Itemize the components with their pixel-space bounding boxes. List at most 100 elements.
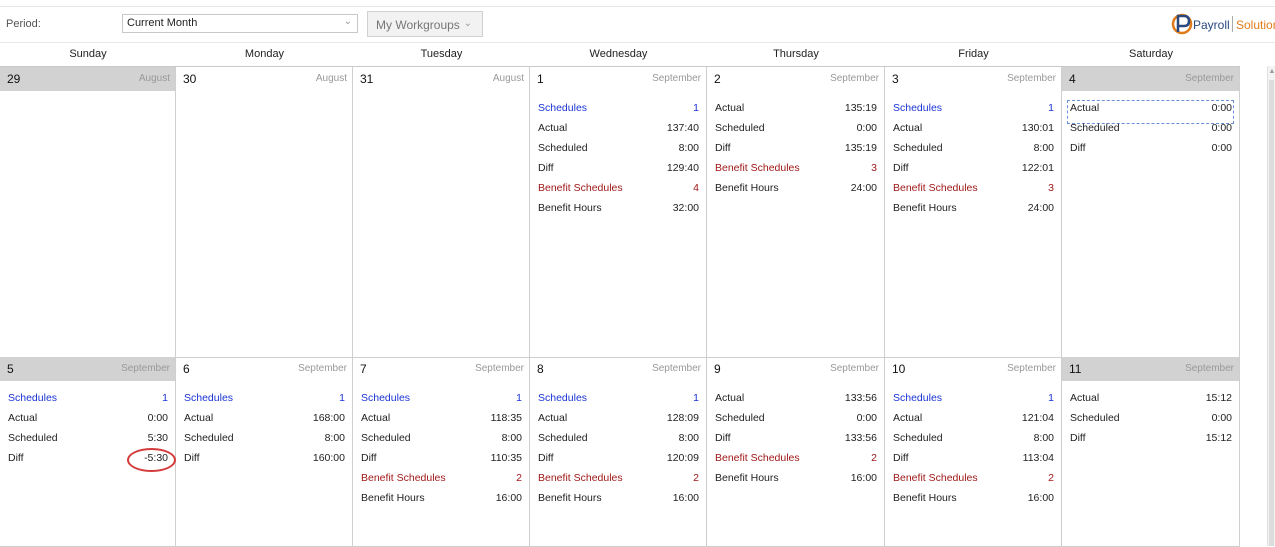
metric-diff: Diff 15:12 <box>1069 432 1232 452</box>
day-cell-header: 7 September <box>353 357 529 381</box>
metric-actual: Actual 130:01 <box>892 122 1054 142</box>
metric-label: Scheduled <box>8 432 58 444</box>
metric-actual: Actual 15:12 <box>1069 392 1232 412</box>
day-month: August <box>138 73 170 84</box>
day-cell[interactable]: 10 September Schedules 1 Actual 121:04 Schedul… <box>885 357 1062 547</box>
vertical-scrollbar[interactable]: ▲ <box>1267 66 1275 546</box>
metric-scheduled: Scheduled 8:00 <box>892 142 1054 162</box>
metric-schedules[interactable]: Schedules 1 <box>537 392 699 412</box>
day-cell[interactable]: 30 August <box>176 67 353 358</box>
metric-value: 160:00 <box>312 452 345 464</box>
metric-benefit-schedules[interactable]: Benefit Schedules 2 <box>360 472 522 492</box>
metric-label: Actual <box>538 122 568 134</box>
day-metrics: Schedules 1 Actual 0:00 Scheduled 5:30 Diff -5:… <box>7 392 168 472</box>
metric-diff: Diff 160:00 <box>183 452 345 472</box>
day-cell-header: 2 September <box>707 67 884 91</box>
metric-value: 128:09 <box>666 412 699 424</box>
day-number: 31 <box>360 72 374 86</box>
metric-value: 1 <box>1048 102 1054 114</box>
metric-schedules[interactable]: Schedules 1 <box>537 102 699 122</box>
workgroups-label: My Workgroups <box>376 18 460 32</box>
metric-value: 8:00 <box>501 432 522 444</box>
metric-label: Benefit Hours <box>715 182 779 194</box>
metric-benefit-schedules[interactable]: Benefit Schedules 3 <box>892 182 1054 202</box>
metric-benefit-schedules[interactable]: Benefit Schedules 2 <box>537 472 699 492</box>
metric-schedules[interactable]: Schedules 1 <box>892 392 1054 412</box>
day-number: 6 <box>183 362 190 376</box>
metric-benefit-hours: Benefit Hours 32:00 <box>537 202 699 222</box>
metric-value: 130:01 <box>1021 122 1054 134</box>
scroll-up-icon[interactable]: ▲ <box>1268 68 1275 75</box>
day-cell[interactable]: 4 September Actual 0:00 Scheduled 0:00 Diff 0:0… <box>1062 67 1240 358</box>
metric-label: Benefit Hours <box>893 202 957 214</box>
metric-diff: Diff 120:09 <box>537 452 699 472</box>
metric-label: Scheduled <box>361 432 411 444</box>
metric-value: 0:00 <box>856 412 877 424</box>
metric-benefit-hours: Benefit Hours 16:00 <box>892 492 1054 512</box>
metric-benefit-schedules[interactable]: Benefit Schedules 4 <box>537 182 699 202</box>
period-select[interactable]: Current Month ⌄ <box>122 14 358 33</box>
day-number: 4 <box>1069 72 1076 86</box>
metric-label: Scheduled <box>538 432 588 444</box>
metric-label: Benefit Schedules <box>538 182 623 194</box>
metric-label: Schedules <box>8 392 58 404</box>
metric-value: 3 <box>1048 182 1054 194</box>
metric-benefit-schedules[interactable]: Benefit Schedules 2 <box>892 472 1054 492</box>
day-cell[interactable]: 9 September Actual 133:56 Scheduled 0:00 Diff 1… <box>707 357 885 547</box>
weekday-sunday: Sunday <box>69 48 107 60</box>
metric-label: Schedules <box>893 102 943 114</box>
metric-actual: Actual 118:35 <box>360 412 522 432</box>
metric-value: 1 <box>1048 392 1054 404</box>
day-month: September <box>475 363 524 374</box>
day-cell[interactable]: 7 September Schedules 1 Actual 118:35 Schedule… <box>353 357 530 547</box>
metric-value: 2 <box>1048 472 1054 484</box>
metric-value: 1 <box>516 392 522 404</box>
metric-schedules[interactable]: Schedules 1 <box>183 392 345 412</box>
metric-label: Actual <box>8 412 38 424</box>
day-number: 2 <box>714 72 721 86</box>
calendar-grid: 29 August 30 August 31 August 1 September Schedu… <box>0 66 1240 547</box>
metric-schedules[interactable]: Schedules 1 <box>360 392 522 412</box>
metric-label: Schedules <box>893 392 943 404</box>
weekday-thursday: Thursday <box>773 48 819 60</box>
top-divider <box>0 6 1275 7</box>
metric-scheduled: Scheduled 5:30 <box>7 432 168 452</box>
metric-label: Actual <box>715 102 745 114</box>
day-month: September <box>121 363 170 374</box>
metric-label: Schedules <box>538 102 588 114</box>
day-cell[interactable]: 31 August <box>353 67 530 358</box>
metric-value: 1 <box>162 392 168 404</box>
day-cell[interactable]: 6 September Schedules 1 Actual 168:00 Schedule… <box>176 357 353 547</box>
logo-text-a: Payroll <box>1193 18 1230 32</box>
metric-benefit-schedules[interactable]: Benefit Schedules 2 <box>714 452 877 472</box>
metric-label: Diff <box>361 452 377 464</box>
scrollbar-thumb[interactable] <box>1269 80 1274 546</box>
metric-benefit-schedules[interactable]: Benefit Schedules 3 <box>714 162 877 182</box>
workgroups-dropdown[interactable]: My Workgroups ⌄ <box>367 11 483 37</box>
day-metrics: Actual 133:56 Scheduled 0:00 Diff 133:56 Benef… <box>714 392 877 492</box>
metric-value: 24:00 <box>850 182 877 194</box>
metric-label: Diff <box>893 162 909 174</box>
day-cell[interactable]: 29 August <box>0 67 176 358</box>
day-cell[interactable]: 3 September Schedules 1 Actual 130:01 Schedule… <box>885 67 1062 358</box>
day-cell[interactable]: 8 September Schedules 1 Actual 128:09 Schedule… <box>530 357 707 547</box>
day-cell[interactable]: 2 September Actual 135:19 Scheduled 0:00 Diff 1… <box>707 67 885 358</box>
day-cell-header: 11 September <box>1062 357 1239 381</box>
day-cell-header: 10 September <box>885 357 1061 381</box>
metric-schedules[interactable]: Schedules 1 <box>7 392 168 412</box>
day-cell[interactable]: 5 September Schedules 1 Actual 0:00 Scheduled 5… <box>0 357 176 547</box>
metric-schedules[interactable]: Schedules 1 <box>892 102 1054 122</box>
day-month: September <box>1185 73 1234 84</box>
metric-value: 8:00 <box>678 432 699 444</box>
weekday-tuesday: Tuesday <box>420 48 463 60</box>
metric-label: Benefit Schedules <box>715 162 800 174</box>
metric-value: 5:30 <box>147 432 168 444</box>
metric-label: Diff <box>184 452 200 464</box>
day-metrics: Actual 15:12 Scheduled 0:00 Diff 15:12 <box>1069 392 1232 452</box>
metric-label: Benefit Schedules <box>715 452 800 464</box>
metric-label: Actual <box>893 122 923 134</box>
day-cell[interactable]: 11 September Actual 15:12 Scheduled 0:00 Diff 1… <box>1062 357 1240 547</box>
logo-mark-icon <box>1171 13 1193 35</box>
day-cell[interactable]: 1 September Schedules 1 Actual 137:40 Schedule… <box>530 67 707 358</box>
metric-label: Schedules <box>184 392 234 404</box>
